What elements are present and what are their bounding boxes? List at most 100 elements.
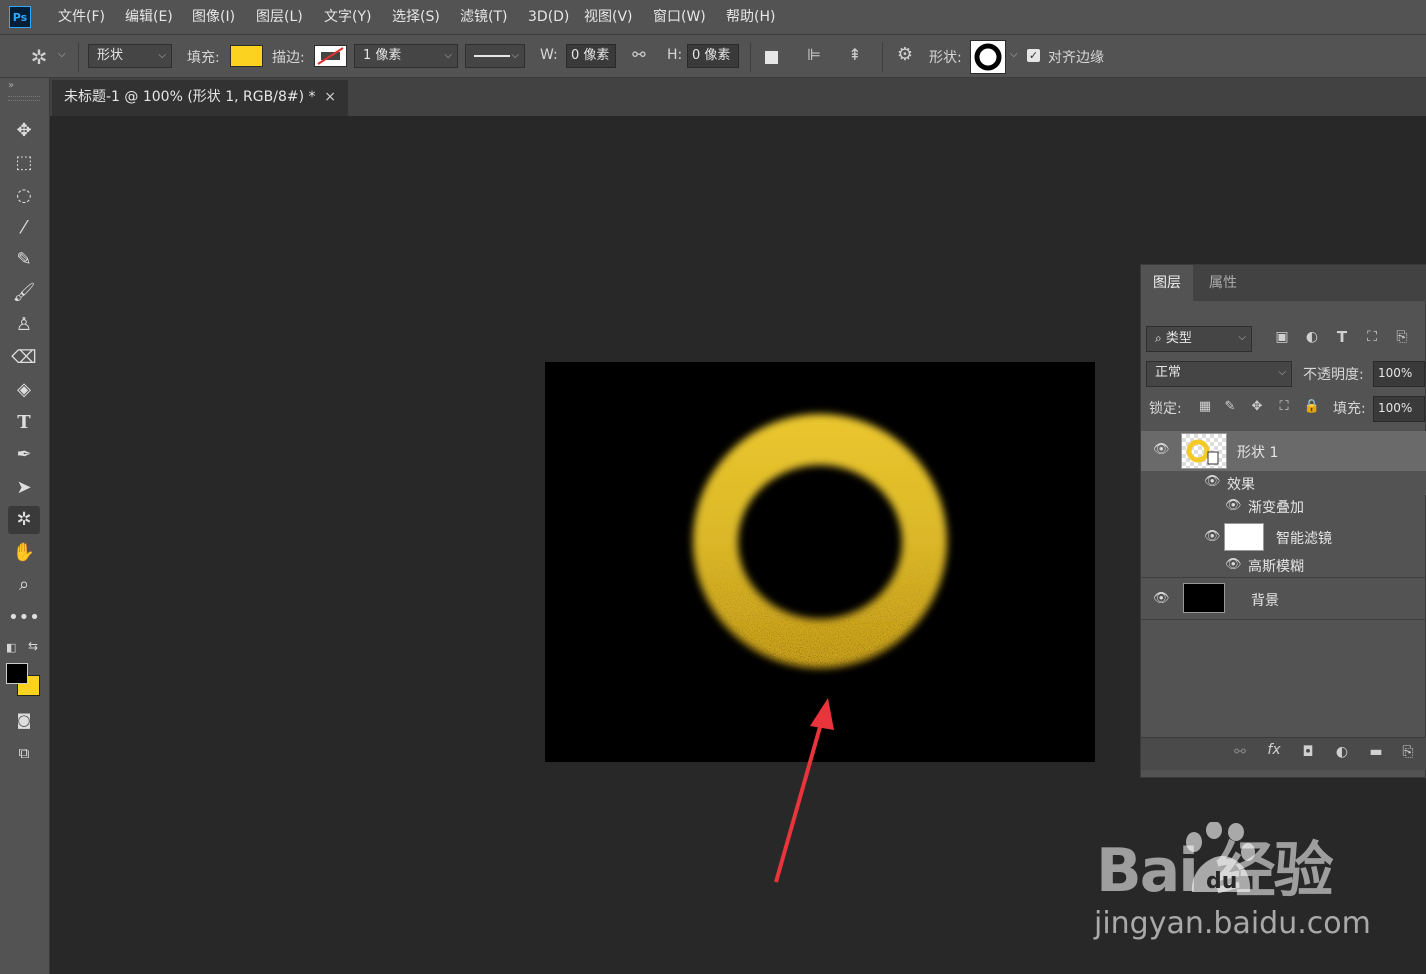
hand-tool-icon[interactable]: ✋ bbox=[8, 539, 40, 567]
divider bbox=[750, 42, 751, 72]
effects-label: 效果 bbox=[1227, 477, 1255, 493]
chevron-down-icon[interactable]: ⌵ bbox=[1010, 49, 1018, 60]
gradient-overlay-row[interactable]: 👁 渐变叠加 bbox=[1141, 493, 1426, 519]
layer-row-shape-1[interactable]: 👁 形状 1 bbox=[1141, 431, 1426, 471]
type-tool-icon[interactable]: T bbox=[8, 409, 40, 437]
collapse-icon[interactable]: » bbox=[8, 80, 14, 91]
link-icon[interactable]: ⚯ bbox=[626, 45, 652, 64]
menu-type[interactable]: 文字(Y) bbox=[324, 0, 371, 34]
fx-icon[interactable]: fx bbox=[1263, 742, 1285, 758]
close-tab-icon[interactable]: × bbox=[324, 80, 336, 114]
new-group-icon[interactable]: ▬ bbox=[1365, 744, 1387, 760]
blend-mode-dropdown[interactable]: 正常 ⌵ bbox=[1146, 361, 1292, 387]
fill-color-swatch[interactable] bbox=[230, 45, 263, 67]
smart-object-filter-icon[interactable]: ⎘ bbox=[1391, 329, 1413, 345]
smart-filters-row[interactable]: 👁 智能滤镜 bbox=[1141, 519, 1426, 555]
path-operations-icon[interactable] bbox=[765, 51, 778, 64]
stamp-tool-icon[interactable]: ♙ bbox=[8, 311, 40, 339]
layers-panel-footer: ⚯ fx ◘ ◐ ▬ ⎘ bbox=[1141, 737, 1426, 770]
stroke-type-dropdown[interactable]: ⌵ bbox=[465, 44, 525, 68]
width-input[interactable]: 0 像素 bbox=[566, 44, 616, 68]
move-tool-icon[interactable]: ✥ bbox=[8, 117, 40, 145]
new-layer-icon[interactable]: ⎘ bbox=[1397, 744, 1419, 760]
paint-bucket-tool-icon[interactable]: ◈ bbox=[8, 376, 40, 404]
swap-colors-icon[interactable]: ⇆ bbox=[28, 639, 38, 653]
gaussian-blur-row[interactable]: 👁 高斯模糊 bbox=[1141, 553, 1426, 577]
lock-transparency-icon[interactable]: ▦ bbox=[1196, 399, 1214, 414]
tab-layers[interactable]: 图层 bbox=[1141, 265, 1193, 301]
stroke-width-dropdown[interactable]: 1 像素 ⌵ bbox=[354, 44, 458, 68]
path-selection-tool-icon[interactable]: ➤ bbox=[8, 474, 40, 502]
layer-filter-value: 类型 bbox=[1165, 331, 1192, 346]
menu-layer[interactable]: 图层(L) bbox=[256, 0, 303, 34]
menu-image[interactable]: 图像(I) bbox=[192, 0, 235, 34]
adjustment-layer-icon[interactable]: ◐ bbox=[1331, 744, 1353, 760]
custom-shape-tool-icon[interactable]: ✲ bbox=[8, 506, 40, 534]
panel-tab-bar: 图层 属性 bbox=[1141, 265, 1426, 301]
layer-row-background[interactable]: 👁 背景 bbox=[1141, 579, 1426, 619]
more-tools-icon[interactable]: ••• bbox=[8, 604, 40, 632]
custom-shape-tool-icon[interactable]: ✲ bbox=[24, 45, 54, 69]
smart-filter-mask-thumbnail bbox=[1224, 523, 1264, 551]
stroke-color-swatch[interactable] bbox=[314, 45, 347, 67]
lock-label: 锁定: bbox=[1149, 401, 1182, 417]
visibility-eye-icon[interactable]: 👁 bbox=[1204, 529, 1221, 544]
shape-picker[interactable] bbox=[970, 40, 1006, 74]
document-tab[interactable]: 未标题-1 @ 100% (形状 1, RGB/8#) * × bbox=[52, 80, 348, 116]
default-colors-icon[interactable]: ◧ bbox=[6, 641, 16, 654]
quick-mask-icon[interactable]: ◙ bbox=[8, 706, 40, 734]
foreground-color-swatch[interactable] bbox=[6, 663, 28, 684]
visibility-eye-icon[interactable]: 👁 bbox=[1225, 557, 1242, 572]
lock-artboard-icon[interactable]: ⛶ bbox=[1275, 399, 1293, 414]
visibility-eye-icon[interactable]: 👁 bbox=[1153, 591, 1170, 606]
opacity-input[interactable]: 100% bbox=[1373, 361, 1425, 387]
tab-properties[interactable]: 属性 bbox=[1197, 265, 1249, 301]
menu-select[interactable]: 选择(S) bbox=[392, 0, 440, 34]
pen-tool-icon[interactable]: ✒ bbox=[8, 441, 40, 469]
visibility-eye-icon[interactable]: 👁 bbox=[1153, 442, 1170, 457]
divider bbox=[882, 42, 883, 72]
menu-edit[interactable]: 编辑(E) bbox=[125, 0, 173, 34]
menu-view[interactable]: 视图(V) bbox=[584, 0, 633, 34]
path-alignment-icon[interactable]: ⊫ bbox=[800, 45, 828, 64]
magic-wand-tool-icon[interactable]: ⁄ bbox=[8, 214, 40, 242]
height-input[interactable]: 0 像素 bbox=[687, 44, 739, 68]
menu-window[interactable]: 窗口(W) bbox=[653, 0, 706, 34]
screen-mode-icon[interactable]: ⧉ bbox=[8, 739, 40, 767]
lock-position-icon[interactable]: ✥ bbox=[1248, 399, 1266, 414]
gear-icon[interactable]: ⚙ bbox=[890, 44, 920, 65]
adjustment-layer-filter-icon[interactable]: ◐ bbox=[1301, 329, 1323, 345]
path-arrangement-icon[interactable]: ⇞ bbox=[840, 45, 870, 64]
blend-mode-value: 正常 bbox=[1155, 365, 1182, 380]
lasso-tool-icon[interactable]: ◌ bbox=[8, 182, 40, 210]
pixel-layer-filter-icon[interactable]: ▣ bbox=[1271, 329, 1293, 345]
lock-image-icon[interactable]: ✎ bbox=[1221, 399, 1239, 414]
menu-help[interactable]: 帮助(H) bbox=[726, 0, 775, 34]
layer-effects-row[interactable]: 👁 效果 bbox=[1141, 471, 1426, 495]
type-layer-filter-icon[interactable]: T bbox=[1331, 328, 1353, 346]
menu-file[interactable]: 文件(F) bbox=[58, 0, 105, 34]
paw-icon: du bbox=[1186, 822, 1255, 894]
add-mask-icon[interactable]: ◘ bbox=[1297, 744, 1319, 760]
eyedropper-tool-icon[interactable]: ✎ bbox=[8, 246, 40, 274]
marquee-tool-icon[interactable]: ⬚ bbox=[8, 149, 40, 177]
panel-grip[interactable] bbox=[8, 96, 40, 101]
visibility-eye-icon[interactable]: 👁 bbox=[1225, 498, 1242, 513]
lock-all-icon[interactable]: 🔒 bbox=[1303, 399, 1321, 414]
menu-filter[interactable]: 滤镜(T) bbox=[460, 0, 507, 34]
layer-filter-dropdown[interactable]: ⌕ 类型 ⌵ bbox=[1146, 326, 1252, 352]
smart-filters-label: 智能滤镜 bbox=[1276, 531, 1332, 547]
zoom-tool-icon[interactable]: ⌕ bbox=[8, 571, 40, 599]
layer-thumbnail bbox=[1181, 433, 1227, 469]
align-edges-checkbox[interactable]: ✓ bbox=[1027, 49, 1040, 62]
visibility-eye-icon[interactable]: 👁 bbox=[1204, 474, 1221, 489]
tool-mode-dropdown[interactable]: 形状 ⌵ bbox=[88, 44, 172, 68]
stroke-label: 描边: bbox=[272, 50, 305, 66]
fill-opacity-input[interactable]: 100% bbox=[1373, 396, 1425, 422]
chevron-down-icon: ⌵ bbox=[1238, 332, 1246, 343]
menu-3d[interactable]: 3D(D) bbox=[528, 0, 569, 34]
link-layers-icon[interactable]: ⚯ bbox=[1229, 744, 1251, 760]
eraser-tool-icon[interactable]: ⌫ bbox=[8, 344, 40, 372]
shape-layer-filter-icon[interactable]: ⛶ bbox=[1361, 329, 1383, 345]
brush-tool-icon[interactable]: 🖌 bbox=[8, 279, 40, 307]
